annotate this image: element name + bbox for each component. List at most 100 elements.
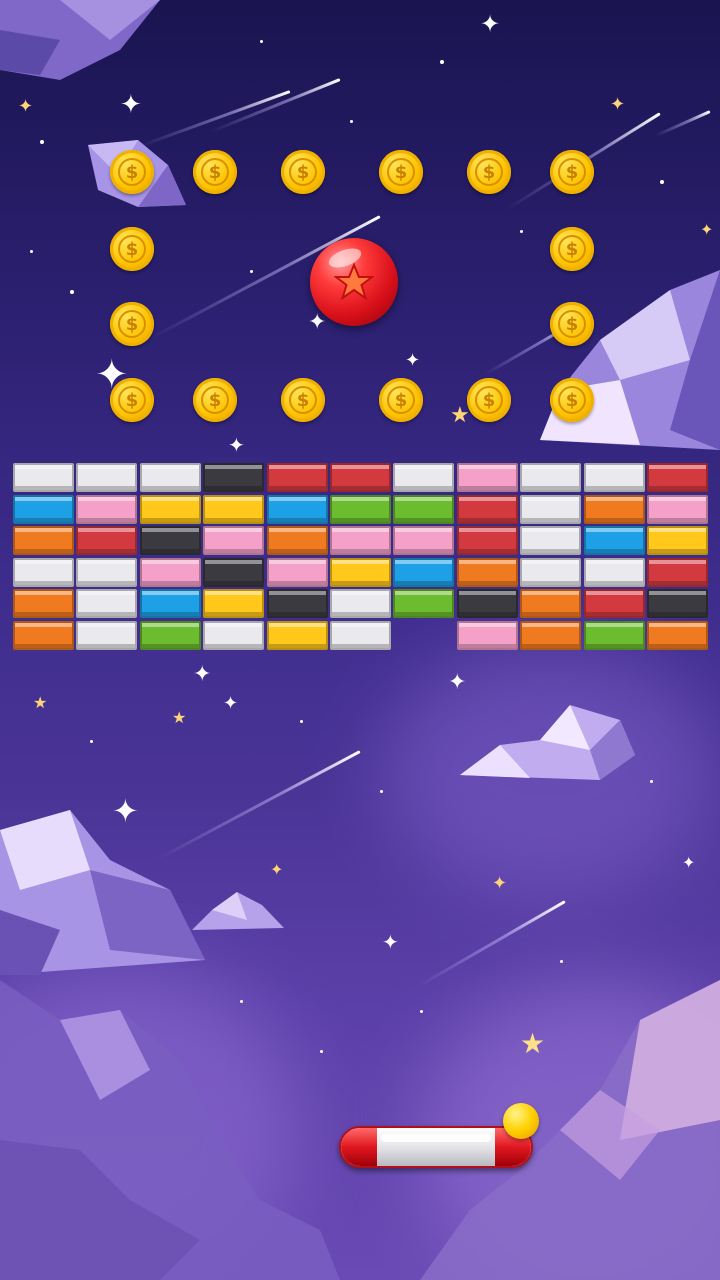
star-icon: ★ (33, 693, 48, 712)
star-icon: ✦ (700, 220, 714, 239)
white-brick (140, 463, 201, 492)
red-brick (457, 495, 518, 524)
red-brick (267, 463, 328, 492)
orange-brick (13, 621, 74, 650)
star-dot (30, 250, 33, 253)
star-dot (70, 290, 74, 294)
star-icon: ✦ (382, 930, 399, 954)
green-brick (330, 495, 391, 524)
yellow-brick (647, 526, 708, 555)
shooting-star (417, 900, 566, 988)
star-dot (650, 780, 653, 783)
star-dot (350, 120, 353, 123)
black-brick (457, 589, 518, 618)
pink-brick (393, 526, 454, 555)
star-icon: ★ (520, 1027, 546, 1060)
dollar-coin-icon: $ (550, 302, 594, 346)
orange-brick (267, 526, 328, 555)
dollar-sign: $ (289, 386, 317, 414)
pink-brick (203, 526, 264, 555)
blue-brick (140, 589, 201, 618)
orange-brick (584, 495, 645, 524)
dollar-coin-icon: $ (110, 302, 154, 346)
star-dot (40, 140, 44, 144)
star-icon: ✦ (610, 94, 626, 115)
red-brick (584, 589, 645, 618)
dollar-sign: $ (558, 386, 586, 414)
star-icon: ✦ (405, 350, 421, 371)
paddle[interactable] (339, 1126, 533, 1168)
dollar-sign: $ (558, 310, 586, 338)
dollar-sign: $ (118, 310, 146, 338)
star-icon: ★ (172, 708, 187, 727)
white-brick (520, 495, 581, 524)
dollar-sign: $ (558, 158, 586, 186)
star-dot (660, 180, 664, 184)
star-icon: ✦ (448, 670, 467, 695)
white-brick (584, 558, 645, 587)
star-dot (440, 60, 444, 64)
white-brick (330, 589, 391, 618)
star-dot (250, 270, 253, 273)
game-scene[interactable]: ✦ ✦ ✦ ✦ ✦ ✦ ✦ ✦ ★ ✦ ✦ ✦ ★ ★ ✦ ✦ ✦ ✦ ★ ✦ … (0, 0, 720, 1280)
dollar-sign: $ (475, 386, 503, 414)
yellow-brick (330, 558, 391, 587)
blue-brick (393, 558, 454, 587)
cloud-icon (0, 0, 160, 80)
dollar-coin-icon: $ (379, 378, 423, 422)
orange-brick (520, 589, 581, 618)
black-brick (203, 558, 264, 587)
pink-brick (330, 526, 391, 555)
star-dot (90, 740, 93, 743)
pink-brick (76, 495, 137, 524)
extra-ball (503, 1103, 539, 1139)
black-brick (647, 589, 708, 618)
dollar-sign: $ (387, 158, 415, 186)
shooting-star (209, 78, 341, 134)
white-brick (520, 526, 581, 555)
yellow-brick (203, 589, 264, 618)
white-brick (13, 463, 74, 492)
red-brick (647, 558, 708, 587)
orange-brick (520, 621, 581, 650)
cloud-icon (540, 270, 720, 450)
star-icon: ✦ (18, 96, 34, 117)
white-brick (584, 463, 645, 492)
star-icon: ✦ (480, 10, 501, 38)
dollar-coin-icon: $ (281, 378, 325, 422)
red-brick (457, 526, 518, 555)
dollar-coin-icon: $ (550, 150, 594, 194)
red-brick (330, 463, 391, 492)
red-brick (647, 463, 708, 492)
ball (310, 238, 398, 326)
white-brick (393, 463, 454, 492)
dollar-coin-icon: $ (193, 378, 237, 422)
yellow-brick (267, 621, 328, 650)
dollar-sign: $ (387, 386, 415, 414)
star-icon: ✦ (308, 310, 327, 335)
white-brick (330, 621, 391, 650)
green-brick (584, 621, 645, 650)
black-brick (267, 589, 328, 618)
pink-brick (267, 558, 328, 587)
green-brick (393, 495, 454, 524)
cloud-icon (0, 810, 205, 975)
dollar-coin-icon: $ (550, 227, 594, 271)
red-brick (76, 526, 137, 555)
star-icon: ✦ (492, 873, 508, 894)
star-icon: ★ (450, 403, 470, 428)
cloud-icon (192, 892, 284, 930)
paddle-shine (381, 1134, 491, 1142)
dollar-coin-icon: $ (281, 150, 325, 194)
dollar-coin-icon: $ (379, 150, 423, 194)
star-dot (240, 1000, 243, 1003)
star-icon: ✦ (270, 860, 284, 879)
star-icon: ✦ (682, 853, 696, 872)
pink-brick (457, 621, 518, 650)
green-brick (393, 589, 454, 618)
dollar-coin-icon: $ (110, 227, 154, 271)
pink-brick (457, 463, 518, 492)
dollar-coin-icon: $ (467, 378, 511, 422)
star-dot (380, 790, 383, 793)
white-brick (76, 589, 137, 618)
